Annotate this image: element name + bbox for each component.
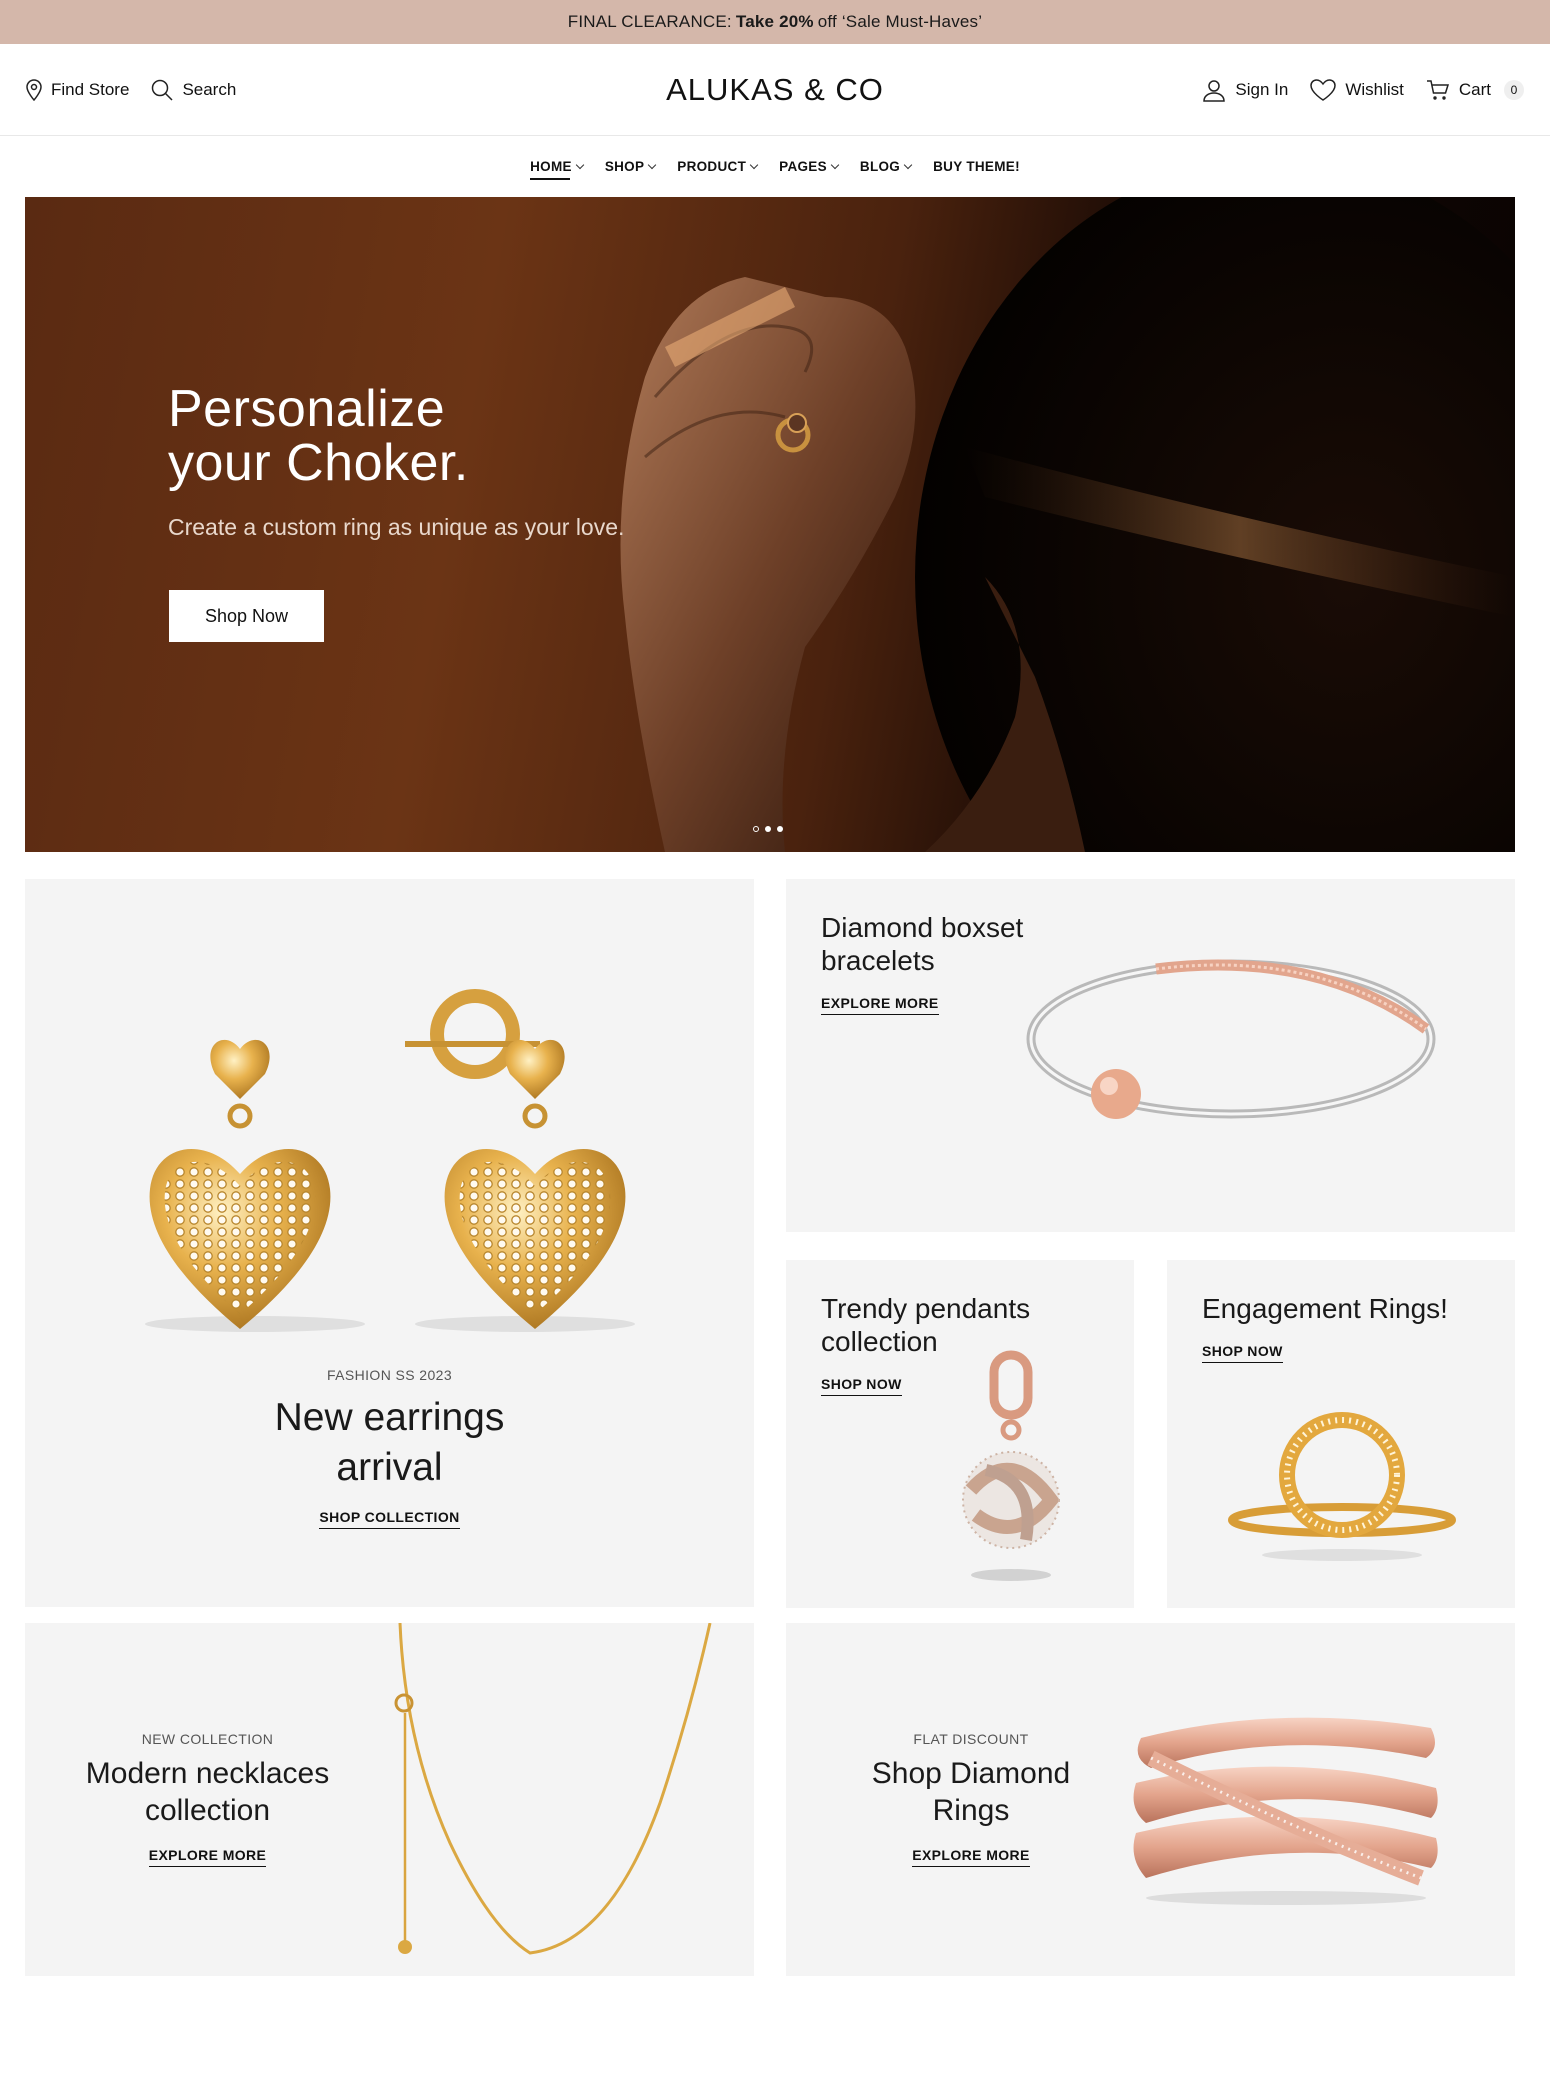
cart-icon [1426,79,1450,101]
pendant-image [962,1350,1060,1581]
nav-label: HOME [530,159,572,174]
necklaces-title-line2: collection [144,1794,271,1827]
search-link[interactable]: Search [151,79,236,101]
wishlist-link[interactable]: Wishlist [1310,78,1404,101]
bracelets-title-line2: bracelets [821,945,935,976]
announcement-prefix: FINAL CLEARANCE: [567,12,732,31]
necklaces-text: NEW COLLECTION Modern necklaces collecti… [65,1731,350,1867]
earrings-image [145,989,635,1332]
rings-text: FLAT DISCOUNT Shop Diamond Rings EXPLORE… [846,1731,1096,1867]
shop-now-button[interactable]: Shop Now [169,590,324,642]
explore-more-link[interactable]: EXPLORE MORE [912,1847,1030,1867]
announcement-highlight: Take 20% [735,12,814,31]
necklaces-title: Modern necklaces collection [65,1755,350,1829]
cart-link[interactable]: Cart 0 [1426,79,1524,101]
earrings-title: New earrings arrival [25,1393,754,1493]
nav-label: BUY THEME! [933,159,1020,174]
announcement-bar: FINAL CLEARANCE: Take 20% off ‘Sale Must… [0,0,1550,44]
site-logo[interactable]: ALUKAS & CO [666,72,884,108]
shop-collection-link[interactable]: SHOP COLLECTION [319,1509,460,1529]
rings-title: Shop Diamond Rings [846,1755,1096,1829]
earrings-title-line1: New earrings [274,1396,505,1439]
nav-item-buy-theme[interactable]: BUY THEME! [933,153,1020,180]
header-right: Sign In Wishlist Cart 0 [1202,78,1524,102]
chevron-down-icon [648,160,657,169]
wishlist-label: Wishlist [1345,79,1404,99]
hero-title-line2: your Choker. [168,434,469,492]
user-icon [1202,78,1226,102]
nav-item-shop[interactable]: SHOP [604,153,657,180]
pendants-tile[interactable]: Trendy pendants collection SHOP NOW [786,1260,1134,1608]
site-header: Find Store Search ALUKAS & CO Sign In Wi… [0,44,1550,136]
bracelet-image [1026,959,1436,1119]
sign-in-label: Sign In [1235,79,1289,99]
chevron-down-icon [575,160,585,169]
hero-text: Personalize your Choker. Create a custom… [168,382,624,541]
diamond-rings-image [1133,1717,1438,1905]
shop-now-link[interactable]: SHOP NOW [821,1376,902,1396]
necklaces-tile[interactable]: NEW COLLECTION Modern necklaces collecti… [25,1623,754,1976]
bracelets-text: Diamond boxset bracelets EXPLORE MORE [821,911,1023,1015]
search-label: Search [182,79,237,99]
nav-item-pages[interactable]: PAGES [779,153,840,180]
chevron-down-icon [903,160,913,169]
heart-icon [1310,78,1337,101]
nav-item-product[interactable]: PRODUCT [677,153,759,180]
hero-title: Personalize your Choker. [168,382,624,490]
search-icon [151,79,173,101]
cart-label: Cart [1458,79,1491,99]
bracelets-title-line1: Diamond boxset [821,912,1024,943]
pendants-title-line1: Trendy pendants [821,1293,1031,1324]
necklaces-title-line1: Modern necklaces [85,1757,330,1790]
chevron-down-icon [749,160,759,169]
earrings-title-line2: arrival [336,1446,443,1489]
sign-in-link[interactable]: Sign In [1202,78,1288,102]
engagement-title: Engagement Rings! [1202,1293,1448,1324]
slider-dot-2[interactable] [765,826,771,832]
necklace-image [394,1623,712,1955]
shop-now-link[interactable]: SHOP NOW [1202,1343,1283,1363]
slider-dots [753,826,783,832]
hero-banner: Personalize your Choker. Create a custom… [25,197,1515,852]
hero-subtitle: Create a custom ring as unique as your l… [168,514,625,540]
rings-eyebrow: FLAT DISCOUNT [913,1731,1029,1747]
bracelets-tile[interactable]: Diamond boxset bracelets EXPLORE MORE [786,879,1515,1232]
necklaces-eyebrow: NEW COLLECTION [141,1731,274,1747]
earrings-eyebrow: FASHION SS 2023 [326,1367,453,1383]
rings-tile[interactable]: FLAT DISCOUNT Shop Diamond Rings EXPLORE… [786,1623,1515,1976]
nav-label: BLOG [859,159,901,174]
rings-title-line1: Shop Diamond [871,1757,1071,1790]
cart-count-badge: 0 [1504,79,1524,100]
rings-title-line2: Rings [932,1794,1010,1827]
earrings-tile[interactable]: FASHION SS 2023 New earrings arrival SHO… [25,879,754,1607]
ring-image [1228,1412,1456,1561]
earrings-text: FASHION SS 2023 New earrings arrival SHO… [25,1367,754,1529]
bracelets-title: Diamond boxset bracelets [821,911,1023,977]
nav-label: SHOP [604,159,645,174]
nav-item-home[interactable]: HOME [530,153,585,180]
nav-label: PRODUCT [677,159,747,174]
pendants-title: Trendy pendants collection [821,1292,1030,1358]
explore-more-link[interactable]: EXPLORE MORE [148,1847,267,1867]
slider-dot-3[interactable] [777,826,783,832]
header-left: Find Store Search [26,78,236,101]
map-pin-icon [26,78,42,101]
nav-item-blog[interactable]: BLOG [859,153,913,180]
explore-more-link[interactable]: EXPLORE MORE [821,995,939,1015]
main-nav: HOME SHOP PRODUCT PAGES BLOG BUY THEME! [0,136,1550,197]
engagement-text: Engagement Rings! SHOP NOW [1202,1292,1448,1363]
pendants-title-line2: collection [821,1326,938,1357]
find-store-link[interactable]: Find Store [26,78,130,101]
find-store-label: Find Store [51,79,130,99]
chevron-down-icon [830,160,840,169]
nav-label: PAGES [779,159,827,174]
hero-title-line1: Personalize [168,380,446,438]
announcement-suffix: off ‘Sale Must-Haves’ [817,12,983,31]
slider-dot-1[interactable] [753,826,759,832]
engagement-tile[interactable]: Engagement Rings! SHOP NOW [1167,1260,1515,1608]
